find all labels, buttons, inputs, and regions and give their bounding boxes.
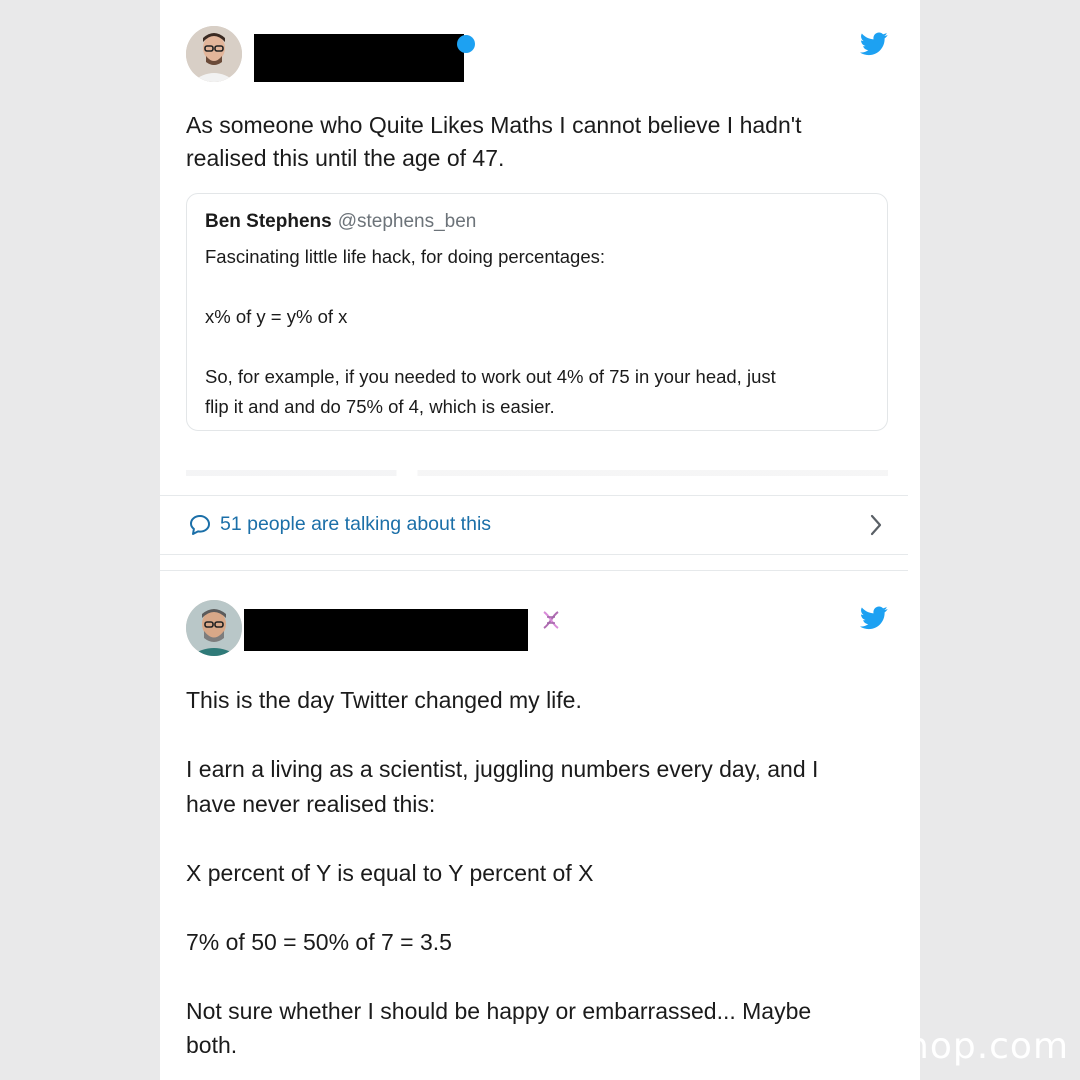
quoted-author-name: Ben Stephens xyxy=(205,211,332,232)
tweet-text: This is the day Twitter changed my life.… xyxy=(186,687,819,1058)
quoted-author-handle: @stephens_ben xyxy=(337,211,477,232)
watermark-text: nop.com xyxy=(906,1026,1070,1067)
redacted-username xyxy=(254,34,464,82)
twitter-bird-icon[interactable] xyxy=(860,32,888,56)
quoted-tweet[interactable]: Ben Stephens @stephens_ben Fascinating li… xyxy=(186,193,888,431)
speech-bubble-icon xyxy=(190,515,210,535)
dna-emoji-icon xyxy=(543,611,559,629)
twitter-bird-icon[interactable] xyxy=(860,606,888,630)
quoted-tweet-author: Ben Stephens @stephens_ben xyxy=(205,211,476,233)
avatar[interactable] xyxy=(186,26,242,82)
tweet-separator xyxy=(160,570,908,571)
divider xyxy=(186,470,888,476)
conversation-link[interactable]: 51 people are talking about this xyxy=(160,495,908,555)
verified-badge-icon xyxy=(457,35,475,53)
chevron-right-icon[interactable] xyxy=(868,513,884,537)
avatar[interactable] xyxy=(186,600,242,656)
avatar-photo xyxy=(186,26,242,82)
redacted-handle-remnant xyxy=(418,644,548,660)
quoted-tweet-text: Fascinating little life hack, for doing … xyxy=(205,246,776,417)
tweet-screenshot: As someone who Quite Likes Maths I canno… xyxy=(160,0,920,1080)
tweet-text: As someone who Quite Likes Maths I canno… xyxy=(186,112,802,171)
avatar-photo xyxy=(186,600,242,656)
conversation-link-label: 51 people are talking about this xyxy=(220,513,492,535)
